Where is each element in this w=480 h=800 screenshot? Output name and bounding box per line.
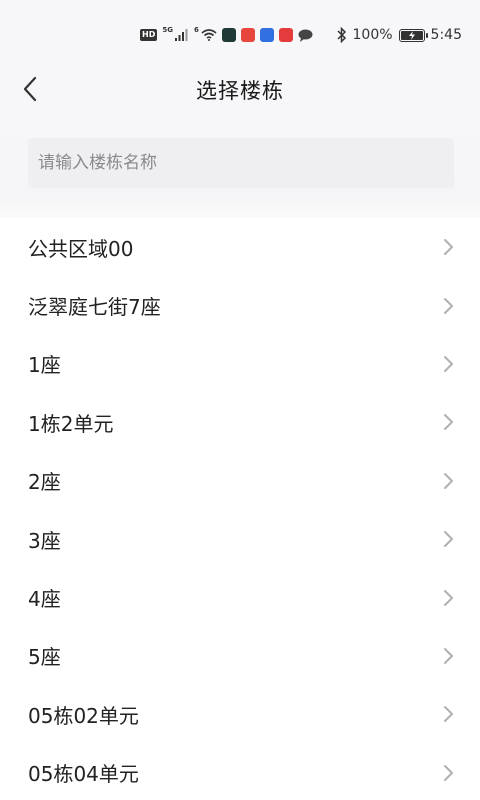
list-item-label: 2座 (28, 470, 61, 495)
list-item-label: 1座 (28, 353, 61, 378)
chevron-right-icon (444, 764, 453, 781)
app-notification-icon-blue (259, 28, 274, 42)
chevron-right-icon (444, 531, 453, 548)
signal-icon (174, 29, 188, 41)
app-notification-icon-red-2 (278, 28, 293, 42)
status-left-icons: HD 5G 6 (140, 26, 313, 44)
list-item[interactable]: 2座 (0, 452, 480, 510)
list-item-label: 05栋04单元 (28, 762, 139, 787)
bluetooth-icon (336, 27, 346, 43)
list-item[interactable]: 05栋04单元 (0, 744, 480, 800)
list-item[interactable]: 1栋2单元 (0, 393, 480, 451)
hd-badge: HD (140, 29, 158, 41)
app-notification-icon-red (240, 28, 255, 42)
list-item-label: 公共区域00 (28, 236, 134, 261)
chevron-right-icon (444, 706, 453, 723)
battery-percent: 100% (352, 27, 393, 43)
list-item-label: 泛翠庭七街7座 (28, 295, 161, 320)
list-item[interactable]: 泛翠庭七街7座 (0, 276, 480, 334)
list-item[interactable]: 4座 (0, 568, 480, 626)
list-item-label: 4座 (28, 587, 61, 612)
network-type-label: 5G (162, 26, 173, 34)
page-title: 选择楼栋 (196, 79, 284, 103)
chevron-right-icon (444, 647, 453, 664)
list-item[interactable]: 05栋02单元 (0, 685, 480, 743)
list-item-label: 3座 (28, 528, 61, 553)
chevron-right-icon (444, 414, 453, 431)
chevron-right-icon (444, 589, 453, 606)
network-type-label-2: 6 (193, 26, 199, 34)
list-item[interactable]: 3座 (0, 510, 480, 568)
nav-bar: 选择楼栋 (0, 64, 480, 114)
app-notification-icon-green (221, 28, 236, 42)
chevron-right-icon (444, 239, 453, 256)
list-item[interactable]: 公共区域00 (0, 218, 480, 276)
chevron-right-icon (444, 297, 453, 314)
wifi-icon (201, 29, 217, 41)
status-right-icons: 100% 5:45 (336, 25, 462, 45)
search-section (0, 114, 480, 218)
message-icon (298, 29, 313, 42)
list-item-label: 1栋2单元 (28, 411, 114, 436)
chevron-right-icon (444, 472, 453, 489)
building-list: 公共区域00 泛翠庭七街7座 1座 1栋2单元 2座 3座 4座 5座 05栋0… (0, 218, 480, 800)
list-item-label: 05栋02单元 (28, 703, 139, 728)
chevron-right-icon (444, 355, 453, 372)
status-bar: HD 5G 6 100% 5:45 (0, 0, 480, 64)
battery-icon (398, 28, 428, 42)
clock-time: 5:45 (430, 27, 462, 43)
list-item-label: 5座 (28, 645, 61, 670)
list-item[interactable]: 5座 (0, 627, 480, 685)
list-item[interactable]: 1座 (0, 335, 480, 393)
building-search-input[interactable] (28, 138, 454, 188)
